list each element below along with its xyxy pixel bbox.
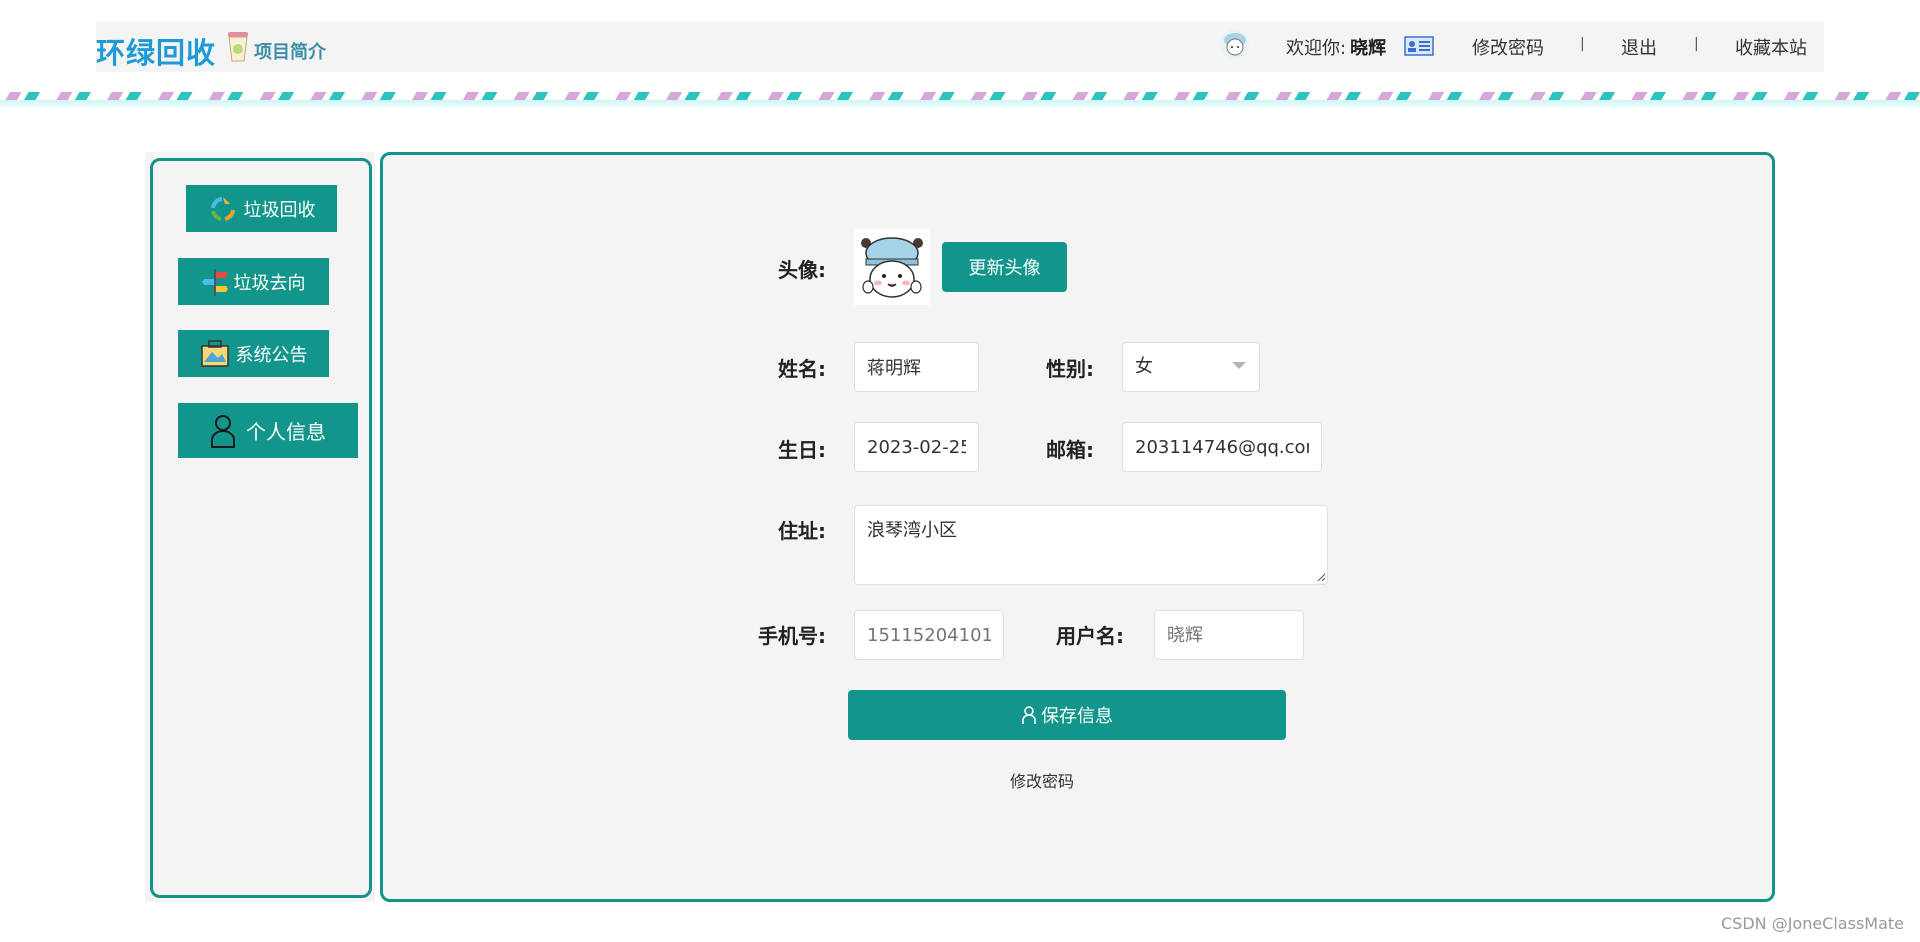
separator: | (1580, 36, 1585, 52)
address-label: 住址: (778, 519, 826, 543)
logout-link[interactable]: 退出 (1621, 34, 1657, 60)
avatar-label: 头像: (778, 258, 826, 282)
address-textarea[interactable]: 浪琴湾小区 (854, 505, 1328, 585)
stripe-glow (0, 100, 1920, 110)
save-info-button[interactable]: 保存信息 (848, 690, 1286, 740)
signpost-icon (201, 268, 228, 296)
sidebar-item-profile[interactable]: 个人信息 (178, 403, 358, 458)
birthday-label: 生日: (778, 438, 826, 462)
sidebar-item-recycle[interactable]: 垃圾回收 (186, 185, 337, 232)
user-avatar-icon[interactable] (1220, 29, 1250, 59)
welcome-text: 欢迎你: 晓辉 (1286, 34, 1386, 60)
phone-input[interactable] (854, 610, 1004, 660)
site-logo[interactable]: 环绿回收 (96, 30, 216, 72)
cup-icon (228, 32, 248, 62)
announcement-icon (200, 339, 229, 367)
gender-label: 性别: (1046, 357, 1094, 381)
person-icon (211, 414, 235, 448)
avatar-image (854, 229, 930, 305)
bookmark-link[interactable]: 收藏本站 (1735, 34, 1807, 60)
change-password-link[interactable]: 修改密码 (1472, 34, 1544, 60)
save-info-label: 保存信息 (1041, 706, 1113, 727)
welcome-prefix: 欢迎你: (1286, 38, 1347, 59)
sidebar-item-label: 系统公告 (235, 344, 308, 366)
recycle-icon (210, 196, 235, 221)
email-label: 邮箱: (1046, 438, 1094, 462)
username-input[interactable] (1154, 610, 1304, 660)
resize-grip-icon[interactable] (1316, 572, 1326, 582)
sidebar-item-destination[interactable]: 垃圾去向 (178, 258, 329, 305)
username-label: 用户名: (1056, 624, 1124, 648)
id-card-icon[interactable] (1404, 36, 1434, 56)
sidebar-item-announcement[interactable]: 系统公告 (178, 330, 329, 377)
separator: | (1694, 36, 1699, 52)
gender-value: 女 (1135, 356, 1153, 377)
current-username: 晓辉 (1350, 38, 1387, 59)
watermark: CSDN @JoneClassMate (1720, 914, 1904, 933)
email-input[interactable] (1122, 422, 1322, 472)
name-input[interactable] (854, 342, 979, 392)
chevron-down-icon (1232, 362, 1246, 369)
sidebar-item-label: 垃圾去向 (233, 272, 306, 294)
phone-label: 手机号: (758, 624, 826, 648)
birthday-input[interactable] (854, 422, 979, 472)
top-header: 环绿回收 项目简介 欢迎你: 晓辉 修改密码 | 退出 | 收藏本站 (96, 22, 1824, 72)
update-avatar-button[interactable]: 更新头像 (942, 242, 1067, 292)
sidebar-item-label: 垃圾回收 (243, 199, 316, 221)
change-password-bottom-link[interactable]: 修改密码 (1010, 768, 1074, 792)
project-intro-link[interactable]: 项目简介 (254, 38, 326, 64)
name-label: 姓名: (778, 357, 826, 381)
sidebar-item-label: 个人信息 (246, 420, 326, 444)
person-icon (1022, 706, 1036, 724)
